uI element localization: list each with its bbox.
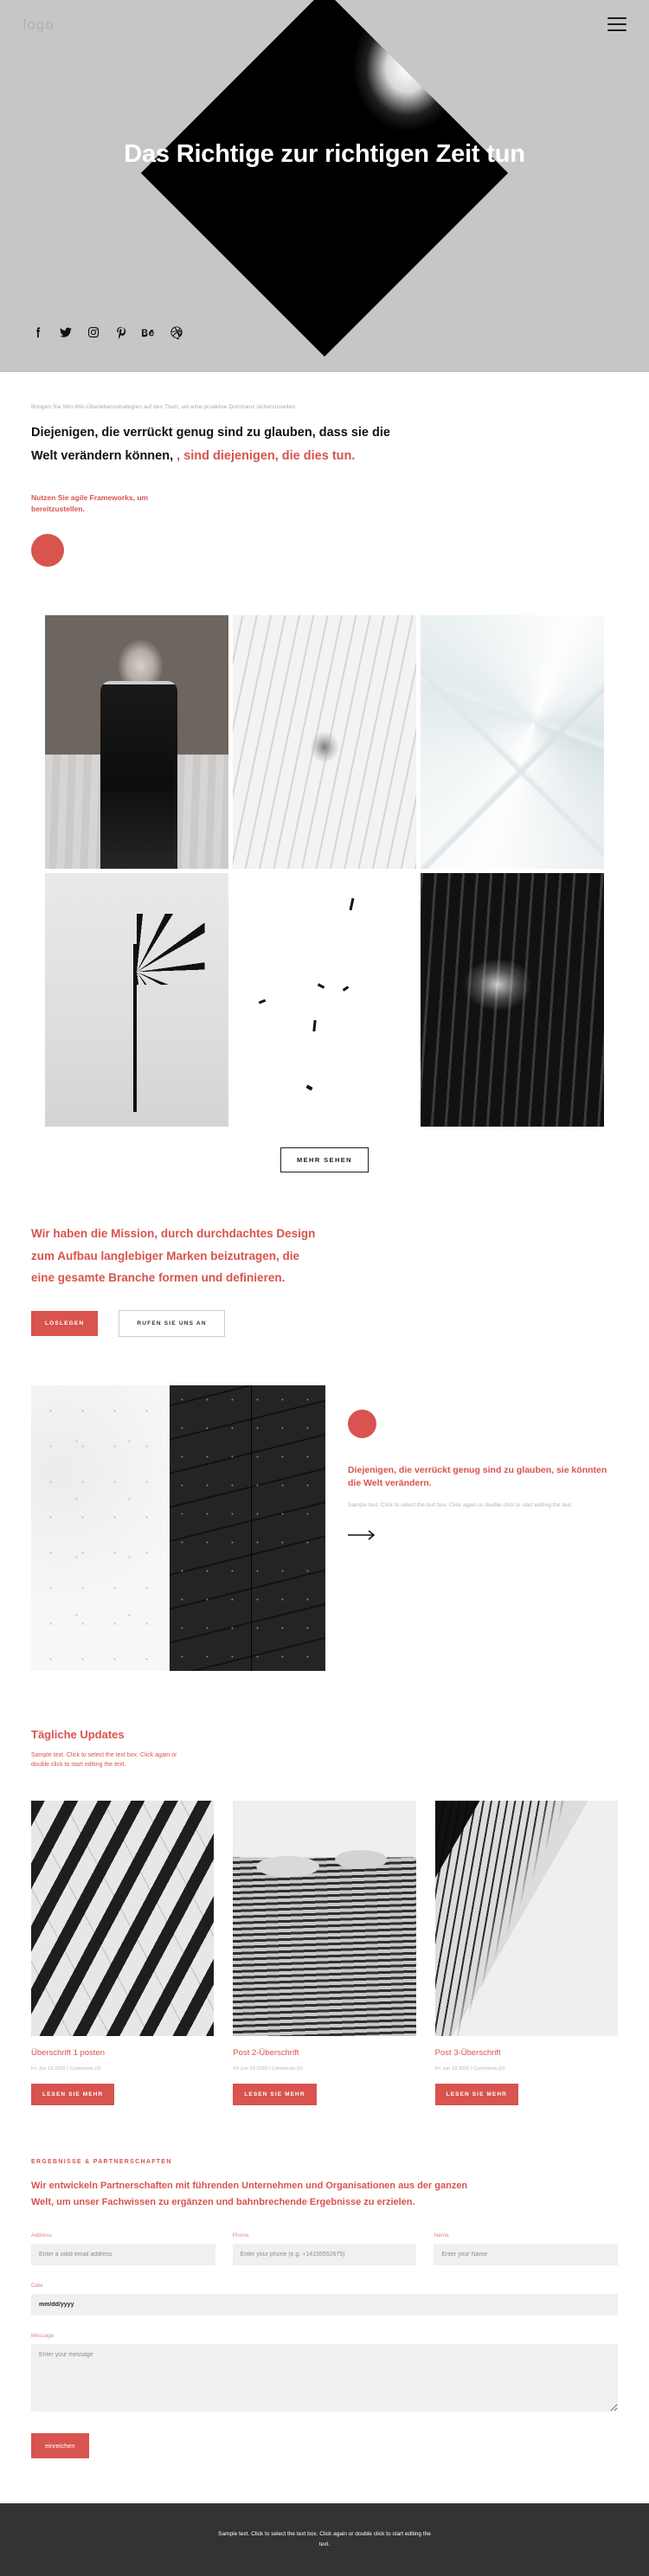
intro-section: Bringen Sie Win-Win-Überlebensstrategien… bbox=[0, 372, 649, 568]
date-label: Date bbox=[31, 2282, 43, 2289]
message-label: Message bbox=[31, 2332, 55, 2339]
post-meta: Fri Jun 19 2020 | Comments (0) bbox=[233, 2066, 303, 2072]
date-input[interactable] bbox=[31, 2293, 618, 2316]
date-field-group: Date bbox=[31, 2283, 618, 2316]
post-card: Post 3-Überschrift Fri Jun 19 2020 | Com… bbox=[434, 1801, 618, 2106]
post-card: Post 2-Überschrift Fri Jun 19 2020 | Com… bbox=[233, 1801, 416, 2106]
hero-x-graphic bbox=[140, 0, 509, 357]
post-card-grid: Überschrift 1 posten Fri Jun 19 2020 | C… bbox=[31, 1801, 618, 2106]
address-input[interactable] bbox=[31, 2243, 215, 2265]
contact-form: Address Phone Name Date Message einreich… bbox=[31, 2232, 619, 2458]
gallery-image-white-polygons[interactable] bbox=[421, 615, 604, 870]
updates-subtext: Sample text. Click to select the text bo… bbox=[31, 1752, 177, 1769]
post-title[interactable]: Post 3-Überschrift bbox=[435, 2048, 618, 2058]
read-more-button[interactable]: Lesen Sie mehr bbox=[233, 2084, 317, 2106]
hero-section: logo Das Richtige zur richtigen Zeit tun bbox=[0, 0, 649, 372]
intro-quote: Diejenigen, die verrückt genug sind zu g… bbox=[31, 421, 395, 468]
arrow-right-icon[interactable] bbox=[348, 1529, 377, 1541]
split-images bbox=[31, 1385, 325, 1672]
phone-input[interactable] bbox=[232, 2243, 417, 2265]
post-meta: Fri Jun 19 2020 | Comments (0) bbox=[434, 2066, 505, 2072]
header-bar: logo bbox=[0, 0, 649, 48]
split-image-light-texture bbox=[31, 1385, 170, 1672]
mission-button-row: Loslegen Rufen Sie uns an bbox=[31, 1310, 618, 1338]
contact-kicker: Ergebnisse & Partnerschaften bbox=[31, 2159, 172, 2166]
post-image-zebra-stairs[interactable] bbox=[31, 1801, 215, 2037]
footer: Sample text. Click to select the text bo… bbox=[0, 2502, 649, 2576]
hero-title: Das Richtige zur richtigen Zeit tun bbox=[124, 140, 525, 168]
address-field-group: Address bbox=[31, 2232, 215, 2265]
instagram-icon[interactable] bbox=[87, 325, 100, 339]
dribbble-icon[interactable] bbox=[170, 325, 183, 339]
post-meta: Fri Jun 19 2020 | Comments (0) bbox=[31, 2066, 101, 2072]
split-heading: Diejenigen, die verrückt genug sind zu g… bbox=[348, 1465, 607, 1489]
intro-subnote: Nutzen Sie agile Frameworks, um bereitzu… bbox=[31, 492, 149, 513]
read-more-button[interactable]: Lesen Sie mehr bbox=[434, 2084, 518, 2106]
site-logo[interactable]: logo bbox=[22, 16, 54, 33]
post-image-wavy-facade[interactable] bbox=[233, 1801, 416, 2037]
address-label: Address bbox=[31, 2232, 52, 2239]
contact-heading: Wir entwickeln Partnerschaften mit führe… bbox=[31, 2181, 468, 2207]
intro-eyebrow: Bringen Sie Win-Win-Überlebensstrategien… bbox=[31, 404, 297, 410]
name-input[interactable] bbox=[434, 2243, 619, 2265]
name-label: Name bbox=[434, 2232, 449, 2239]
pinterest-icon[interactable] bbox=[114, 325, 128, 339]
contact-form-row-1: Address Phone Name bbox=[31, 2232, 619, 2265]
footer-text: Sample text. Click to select the text bo… bbox=[218, 2531, 431, 2547]
social-links bbox=[31, 325, 183, 339]
post-title[interactable]: Post 2-Überschrift bbox=[233, 2048, 415, 2058]
gallery-image-minimal-marks[interactable] bbox=[233, 873, 416, 1127]
decorative-red-dot bbox=[31, 534, 64, 568]
behance-icon[interactable] bbox=[142, 325, 156, 339]
decorative-red-dot-2 bbox=[348, 1410, 376, 1439]
split-feature-section: Diejenigen, die verrückt genug sind zu g… bbox=[0, 1385, 649, 1672]
updates-section: Tägliche Updates Sample text. Click to s… bbox=[0, 1728, 649, 2106]
gallery-image-palm-tree[interactable] bbox=[45, 873, 228, 1127]
gallery-image-white-tunnel[interactable] bbox=[233, 615, 416, 870]
submit-button[interactable]: einreichen bbox=[31, 2432, 89, 2458]
message-field-group: Message bbox=[31, 2333, 618, 2416]
post-image-skyscrapers[interactable] bbox=[434, 1801, 618, 2037]
mission-heading: Wir haben die Mission, durch durchdachte… bbox=[31, 1227, 316, 1285]
split-body: Sample text. Click to select the text bo… bbox=[348, 1501, 573, 1508]
phone-field-group: Phone bbox=[232, 2232, 417, 2265]
post-title[interactable]: Überschrift 1 posten bbox=[31, 2048, 214, 2058]
name-field-group: Name bbox=[434, 2232, 619, 2265]
gallery-section: Mehr sehen bbox=[0, 615, 649, 1173]
read-more-button[interactable]: Lesen Sie mehr bbox=[31, 2084, 115, 2106]
call-us-button[interactable]: Rufen Sie uns an bbox=[119, 1310, 225, 1338]
gallery-image-woman-beach[interactable] bbox=[45, 615, 228, 870]
message-textarea[interactable] bbox=[31, 2343, 618, 2412]
facebook-icon[interactable] bbox=[31, 325, 45, 339]
gallery-grid bbox=[45, 615, 604, 1127]
twitter-icon[interactable] bbox=[59, 325, 73, 339]
hamburger-icon[interactable] bbox=[607, 17, 627, 31]
intro-quote-accent: , sind diejenigen, die dies tun. bbox=[177, 448, 356, 463]
gallery-image-face-hand[interactable] bbox=[421, 873, 604, 1127]
more-button[interactable]: Mehr sehen bbox=[280, 1147, 369, 1173]
contact-section: Ergebnisse & Partnerschaften Wir entwick… bbox=[0, 2159, 649, 2458]
updates-heading: Tägliche Updates bbox=[31, 1728, 125, 1742]
split-text-block: Diejenigen, die verrückt genug sind zu g… bbox=[325, 1385, 618, 1671]
mission-section: Wir haben die Mission, durch durchdachte… bbox=[0, 1223, 649, 1338]
phone-label: Phone bbox=[232, 2232, 249, 2239]
get-started-button[interactable]: Loslegen bbox=[31, 1311, 99, 1337]
split-image-dark-facade bbox=[170, 1385, 325, 1672]
post-card: Überschrift 1 posten Fri Jun 19 2020 | C… bbox=[31, 1801, 215, 2106]
